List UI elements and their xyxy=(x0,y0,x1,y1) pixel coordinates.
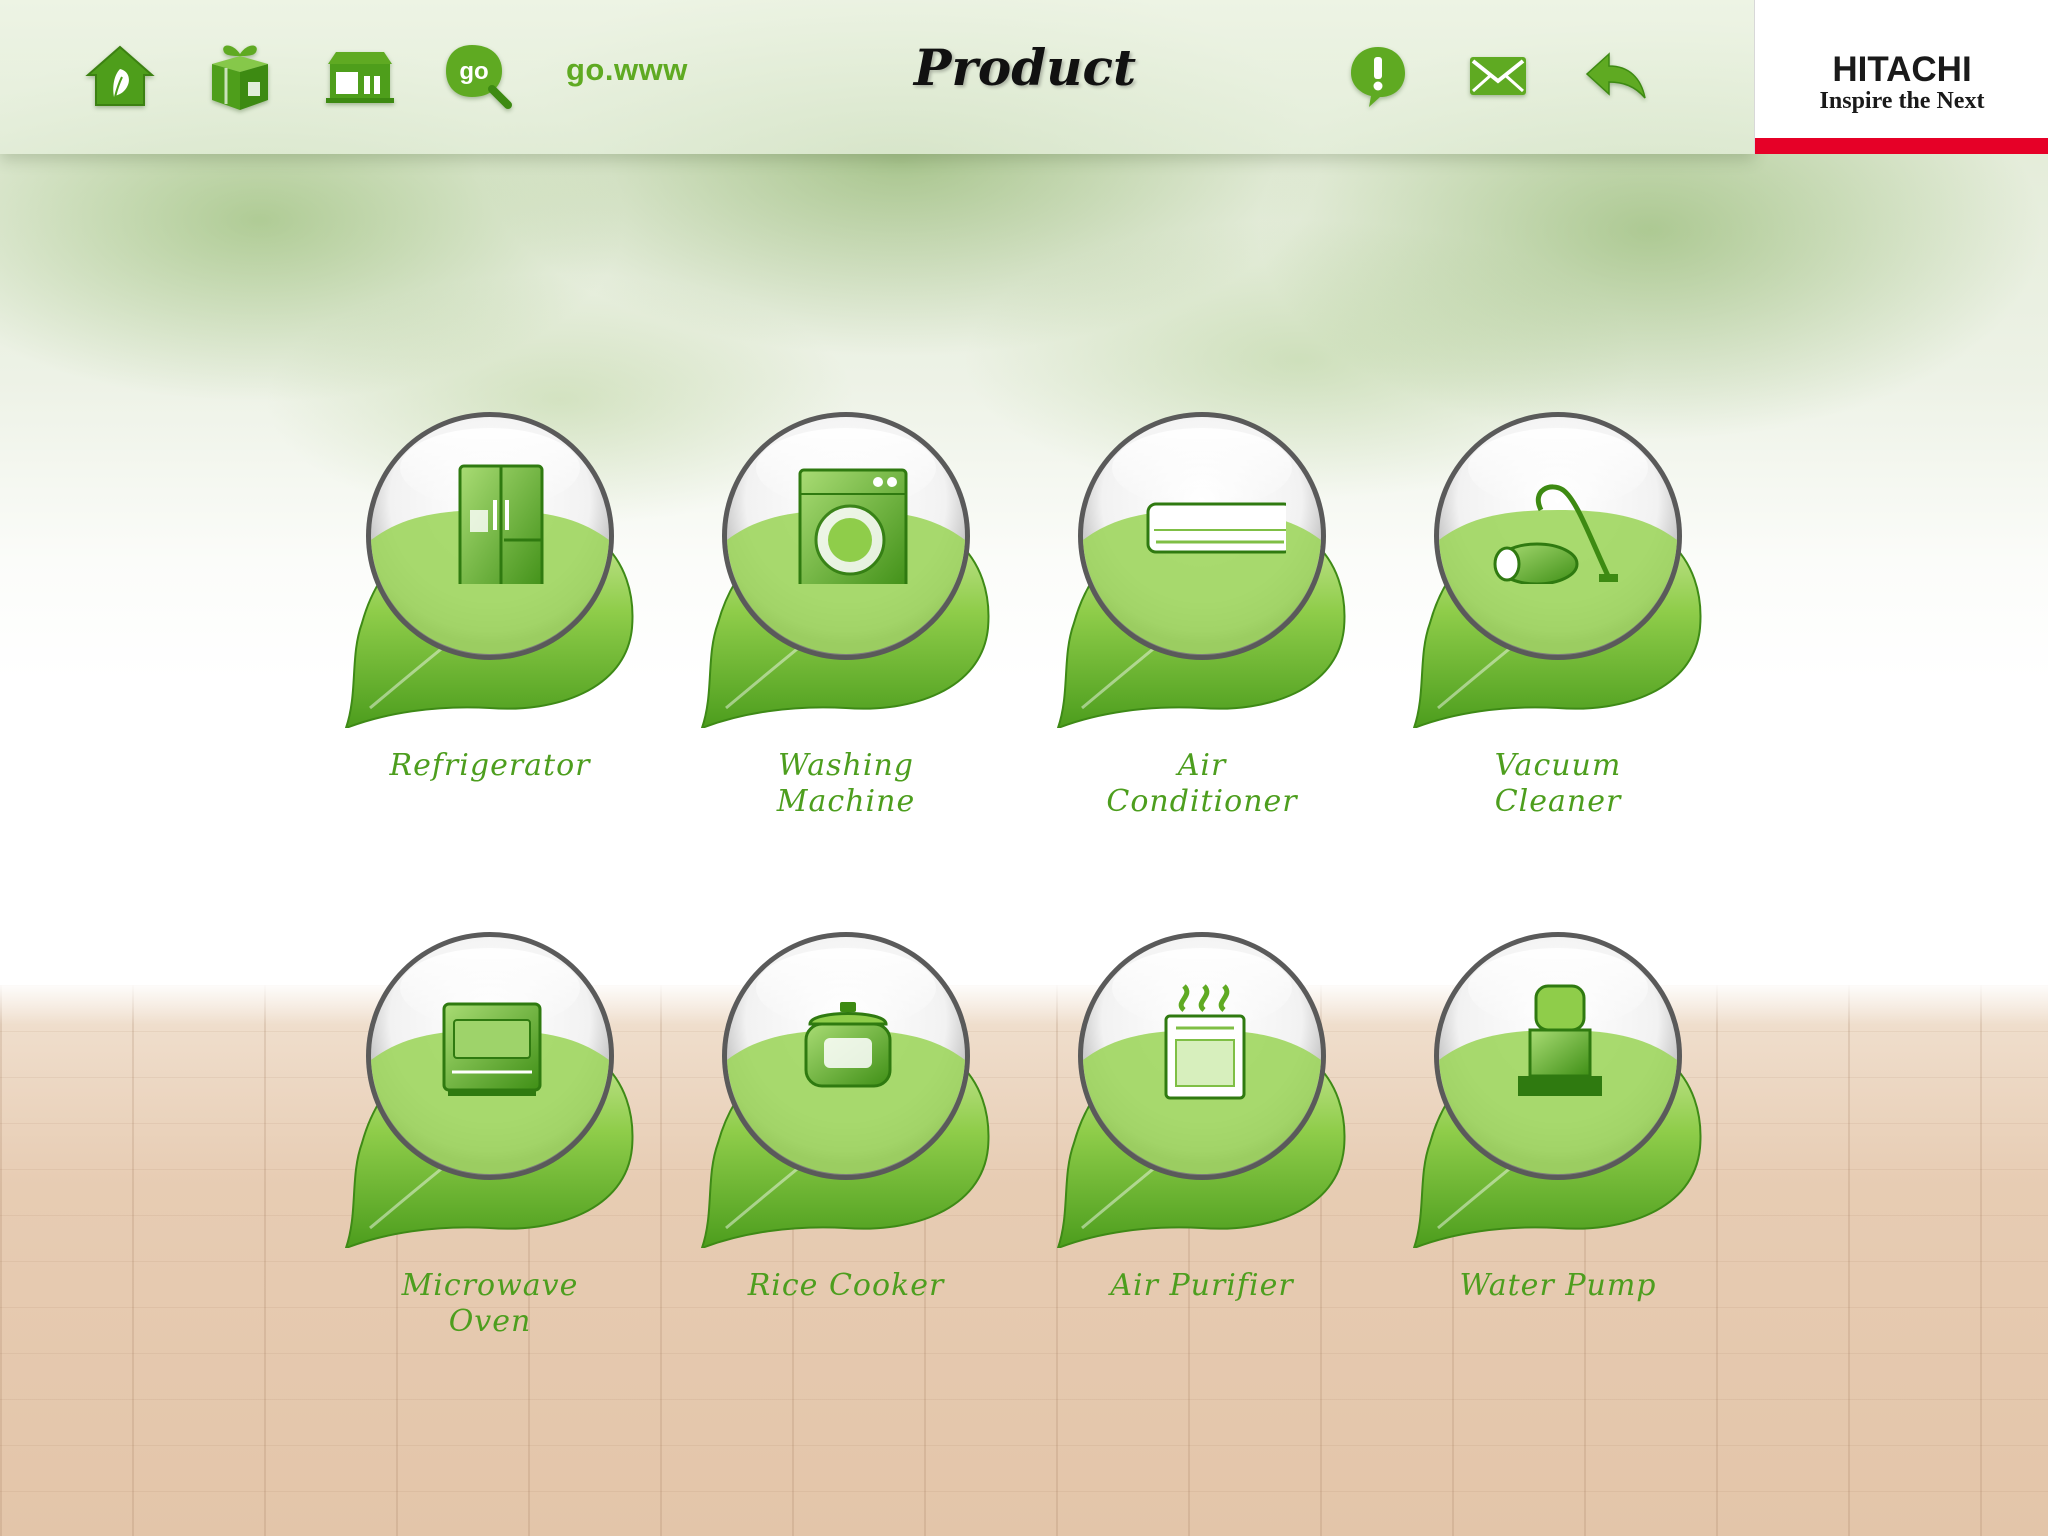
go-web-link[interactable]: go.www xyxy=(566,52,688,92)
background xyxy=(0,0,2048,1536)
product-vacuum-cleaner[interactable]: Vacuum Cleaner xyxy=(1408,408,1708,828)
washing-machine-icon xyxy=(798,468,908,584)
brand-tagline: Inspire the Next xyxy=(1819,88,1985,114)
wood-floor xyxy=(0,985,2048,1536)
product-label: Air Purifier xyxy=(1110,1268,1294,1303)
product-label: Water Pump xyxy=(1459,1268,1657,1303)
back-button[interactable] xyxy=(1574,34,1658,118)
store-icon xyxy=(326,52,394,103)
notice-button[interactable] xyxy=(1336,34,1420,118)
product-label: Washing Machine xyxy=(776,748,916,819)
product-label: Air Conditioner xyxy=(1106,748,1298,819)
mail-icon xyxy=(1470,57,1526,95)
product-air-conditioner[interactable]: Air Conditioner xyxy=(1052,408,1352,828)
store-button[interactable] xyxy=(318,34,402,118)
hitachi-logo: HITACHI Inspire the Next xyxy=(1754,0,2048,154)
product-rice-cooker[interactable]: Rice Cooker xyxy=(696,928,996,1348)
gift-button[interactable] xyxy=(198,34,282,118)
product-refrigerator[interactable]: Refrigerator xyxy=(340,408,640,828)
alert-icon xyxy=(1351,47,1405,107)
rice-cooker-icon xyxy=(804,1002,892,1088)
product-label: Vacuum Cleaner xyxy=(1494,748,1622,819)
air-purifier-icon xyxy=(1164,984,1246,1100)
home-button[interactable] xyxy=(78,34,162,118)
go-search-icon: go xyxy=(446,45,512,109)
water-pump-icon xyxy=(1518,984,1602,1096)
top-bar: go go.www Product xyxy=(0,0,1754,154)
product-label: Microwave Oven xyxy=(401,1268,579,1339)
product-washing-machine[interactable]: Washing Machine xyxy=(696,408,996,828)
product-water-pump[interactable]: Water Pump xyxy=(1408,928,1708,1348)
product-label: Rice Cooker xyxy=(747,1268,945,1303)
svg-text:go: go xyxy=(459,58,488,85)
back-arrow-icon xyxy=(1585,52,1646,99)
page-title: Product xyxy=(913,38,1137,97)
brand-name: HITACHI xyxy=(1832,50,1972,89)
vacuum-cleaner-icon xyxy=(1493,484,1618,584)
microwave-oven-icon xyxy=(442,1002,542,1096)
air-conditioner-icon xyxy=(1146,502,1286,554)
home-icon xyxy=(85,45,155,106)
refrigerator-icon xyxy=(458,464,544,584)
product-label: Refrigerator xyxy=(389,748,591,783)
mail-button[interactable] xyxy=(1456,34,1540,118)
brand-stripe xyxy=(1755,138,2048,154)
gift-box-icon xyxy=(212,45,268,110)
go-search-button[interactable]: go xyxy=(436,34,520,118)
product-microwave-oven[interactable]: Microwave Oven xyxy=(340,928,640,1348)
product-air-purifier[interactable]: Air Purifier xyxy=(1052,928,1352,1348)
